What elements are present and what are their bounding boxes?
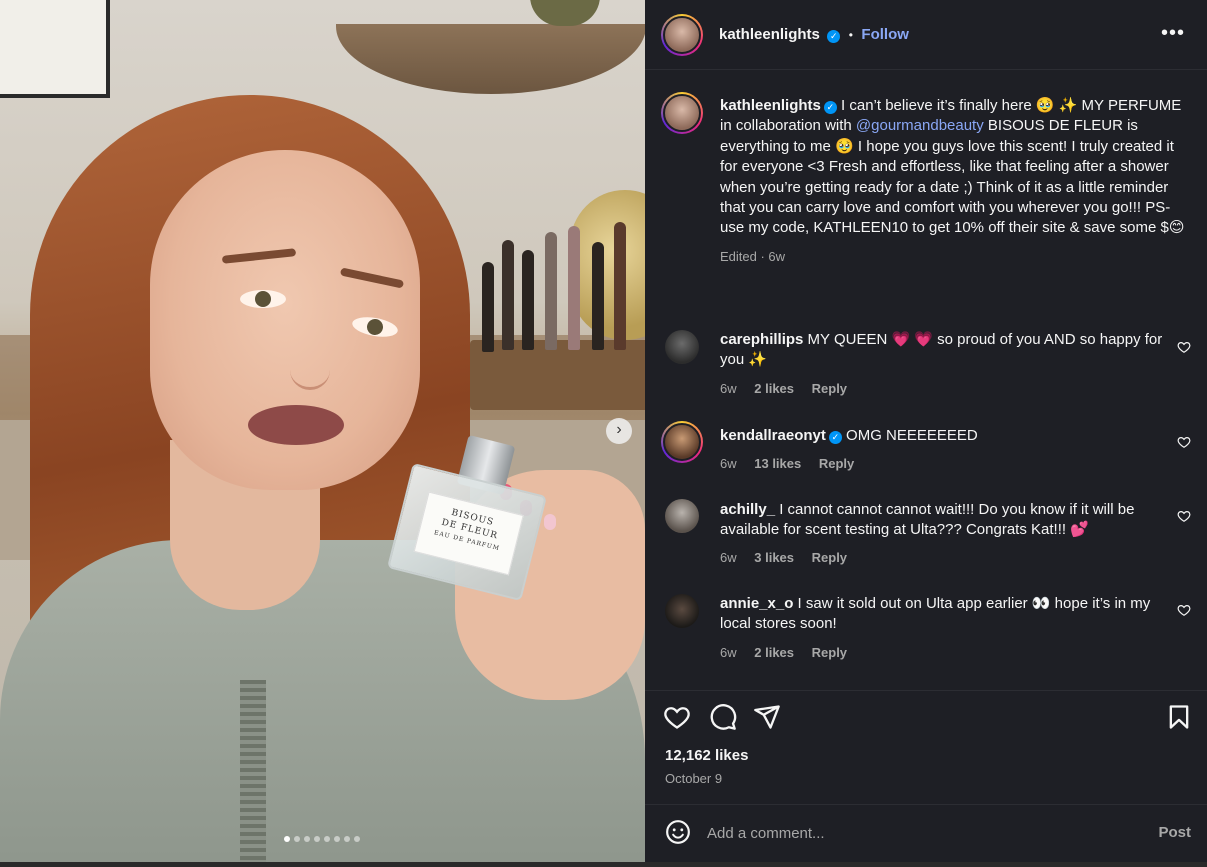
comment-username[interactable]: kendallraeonyt	[720, 427, 826, 444]
mention-link[interactable]: @gourmandbeauty	[856, 117, 984, 134]
zipper	[240, 680, 266, 862]
mirror	[570, 190, 645, 340]
post-comment-button[interactable]: Post	[1158, 824, 1191, 841]
wall-shelf	[336, 24, 645, 94]
comment-meta: 6w 13 likes Reply	[720, 456, 868, 471]
makeup-brush	[482, 262, 494, 352]
reply-button[interactable]: Reply	[812, 550, 847, 565]
comment-age: 6w	[720, 381, 737, 396]
comment-likes-button[interactable]: 3 likes	[754, 550, 794, 565]
makeup-brush	[592, 242, 604, 350]
chevron-right-icon: ›	[616, 421, 622, 438]
makeup-brush	[614, 222, 626, 350]
carousel-dot	[334, 836, 340, 842]
add-comment-bar: Post	[645, 804, 1207, 862]
makeup-brush	[502, 240, 514, 350]
caption-text: BISOUS DE FLEUR is everything to me 🥹 I …	[720, 117, 1185, 237]
comment-text-block: carephillips MY QUEEN 💗 💗 so proud of yo…	[720, 330, 1180, 370]
lips	[248, 405, 344, 445]
comment-input[interactable]	[707, 821, 1127, 845]
heart-icon[interactable]	[663, 703, 691, 731]
bookmark-icon[interactable]	[1165, 703, 1193, 731]
post-header: kathleenlights ✓ • Follow •••	[645, 0, 1207, 70]
post-caption: kathleenlights ✓ I can’t believe it’s fin…	[720, 96, 1190, 267]
comment-likes-button[interactable]: 2 likes	[754, 645, 794, 660]
reply-button[interactable]: Reply	[812, 645, 847, 660]
commenter-avatar[interactable]	[661, 421, 703, 463]
caption-username[interactable]: kathleenlights	[720, 97, 821, 114]
more-options-icon[interactable]: •••	[1161, 22, 1185, 45]
post-actions	[645, 690, 1207, 740]
verified-icon: ✓	[828, 431, 842, 444]
author-avatar[interactable]	[661, 14, 703, 56]
comment-like-heart-icon[interactable]	[1177, 340, 1191, 354]
separator-dot: •	[848, 28, 853, 42]
comment-username[interactable]: annie_x_o	[720, 595, 793, 612]
post-image[interactable]: BISOUS DE FLEUR EAU DE PARFUM ›	[0, 0, 645, 862]
comment-age: 6w	[720, 645, 737, 660]
comment-like-heart-icon[interactable]	[1177, 509, 1191, 523]
follow-button[interactable]: Follow	[861, 26, 909, 43]
nail	[544, 514, 556, 530]
caption-avatar[interactable]	[661, 92, 703, 134]
carousel-dot	[344, 836, 350, 842]
comment-like-heart-icon[interactable]	[1177, 435, 1191, 449]
comment-like-heart-icon[interactable]	[1177, 603, 1191, 617]
comment-text: OMG NEEEEEEED	[846, 427, 978, 444]
makeup-brush	[568, 226, 580, 350]
commenter-avatar[interactable]	[665, 594, 699, 628]
carousel-dot	[304, 836, 310, 842]
comment-username[interactable]: achilly_	[720, 501, 775, 518]
author-line: kathleenlights ✓ • Follow	[719, 26, 909, 44]
comment-likes-button[interactable]: 2 likes	[754, 381, 794, 396]
wall-frame	[0, 0, 110, 98]
post-date: October 9	[665, 771, 723, 786]
verified-icon: ✓	[827, 30, 841, 43]
brush-holder	[470, 340, 645, 410]
commenter-avatar[interactable]	[665, 330, 699, 364]
reply-button[interactable]: Reply	[812, 381, 847, 396]
comment-age: 6w	[720, 550, 737, 565]
page-bottom-strip	[0, 862, 1207, 867]
carousel-indicator	[284, 836, 360, 842]
carousel-next-button[interactable]: ›	[606, 418, 632, 444]
carousel-dot	[294, 836, 300, 842]
comment-text: I cannot cannot cannot wait!!! Do you kn…	[720, 501, 1135, 538]
comment-meta: 6w 3 likes Reply	[720, 550, 861, 565]
perfume-label: BISOUS DE FLEUR EAU DE PARFUM	[413, 491, 524, 576]
makeup-brush	[545, 232, 557, 350]
makeup-brush	[522, 250, 534, 350]
carousel-dot	[314, 836, 320, 842]
commenter-avatar[interactable]	[665, 499, 699, 533]
comment-meta: 6w 2 likes Reply	[720, 645, 861, 660]
carousel-dot	[354, 836, 360, 842]
nose	[290, 330, 330, 390]
comment-meta: 6w 2 likes Reply	[720, 381, 861, 396]
carousel-dot	[284, 836, 290, 842]
post-sidebar: kathleenlights ✓ • Follow ••• kathleenli…	[645, 0, 1207, 862]
reply-button[interactable]: Reply	[819, 456, 854, 471]
comment-likes-button[interactable]: 13 likes	[754, 456, 801, 471]
emoji-icon[interactable]	[665, 819, 691, 845]
likes-count[interactable]: 12,162 likes	[665, 747, 748, 764]
vase	[530, 0, 600, 26]
author-username[interactable]: kathleenlights	[719, 26, 820, 43]
comment-text-block: achilly_ I cannot cannot cannot wait!!! …	[720, 500, 1180, 540]
comment-text-block: annie_x_o I saw it sold out on Ulta app …	[720, 594, 1180, 634]
verified-icon: ✓	[823, 101, 837, 114]
comment-username[interactable]: carephillips	[720, 331, 803, 348]
caption-meta: Edited · 6w	[720, 248, 786, 264]
comment-text-block: kendallraeonyt ✓ OMG NEEEEEEED	[720, 426, 1180, 446]
carousel-dot	[324, 836, 330, 842]
comment-age: 6w	[720, 456, 737, 471]
comment-icon[interactable]	[709, 703, 737, 731]
eye	[240, 290, 286, 308]
share-icon[interactable]	[753, 703, 781, 731]
